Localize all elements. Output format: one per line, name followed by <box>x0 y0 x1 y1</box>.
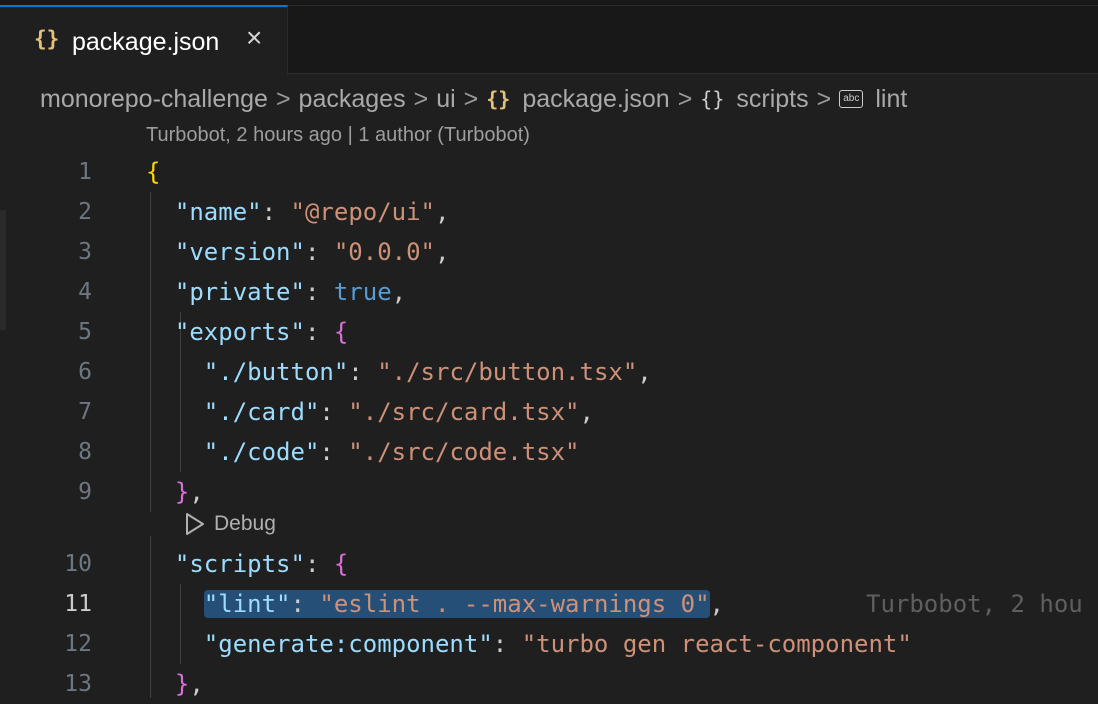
code-line: 13 }, <box>0 664 1098 704</box>
chevron-right-icon: > <box>413 84 429 113</box>
line-content: "exports": { <box>174 318 349 346</box>
line-number: 11 <box>64 591 92 617</box>
line-number: 7 <box>78 399 92 425</box>
play-icon <box>186 513 204 535</box>
line-number: 2 <box>78 199 92 225</box>
git-blame-codelens[interactable]: Turbobot, 2 hours ago | 1 author (Turbob… <box>146 124 530 147</box>
json-key: "exports" <box>174 318 305 346</box>
json-string: "eslint . --max-warnings 0" <box>319 590 710 618</box>
object-symbol-icon: {} <box>700 87 725 111</box>
code-line: 2 "name": "@repo/ui", <box>0 192 1098 232</box>
json-key: "./button" <box>203 358 349 386</box>
code-line: 10 "scripts": { <box>0 544 1098 584</box>
json-key: "version" <box>174 238 305 266</box>
code-editor[interactable]: Turbobot, 2 hours ago | 1 author (Turbob… <box>0 120 1098 698</box>
text-selection: "lint": "eslint . --max-warnings 0" <box>203 590 710 618</box>
line-content: "name": "@repo/ui", <box>174 198 450 226</box>
json-string: "./src/card.tsx" <box>348 398 580 426</box>
line-number: 9 <box>78 479 92 505</box>
chevron-right-icon: > <box>816 84 832 113</box>
line-content: "./code": "./src/code.tsx" <box>203 438 580 466</box>
line-content: "version": "0.0.0", <box>174 238 450 266</box>
line-number: 13 <box>64 671 92 697</box>
string-symbol-icon: abc <box>839 90 864 108</box>
code-line-active: 11 "lint": "eslint . --max-warnings 0", … <box>0 584 1098 624</box>
line-content: }, <box>174 670 204 698</box>
line-number: 10 <box>64 551 92 577</box>
breadcrumb-item-ui[interactable]: ui <box>436 85 455 114</box>
json-key: "private" <box>174 278 305 306</box>
debug-codelens[interactable]: Debug <box>184 512 276 536</box>
tab-label: package.json <box>72 28 220 56</box>
line-content: { <box>146 158 161 186</box>
json-string: "./src/code.tsx" <box>348 438 580 466</box>
json-key: "lint" <box>203 590 291 618</box>
line-content: "scripts": { <box>174 550 349 578</box>
breadcrumb-item-package-json[interactable]: package.json <box>522 85 669 114</box>
line-content: "generate:component": "turbo gen react-c… <box>203 630 912 658</box>
line-content: "private": true, <box>174 278 407 306</box>
tab-bar-bottom-border <box>288 73 1098 74</box>
breadcrumb: monorepo-challenge > packages > ui > {} … <box>40 84 907 114</box>
breadcrumb-item-packages[interactable]: packages <box>299 85 406 114</box>
json-boolean: true <box>333 278 392 306</box>
line-content: "./card": "./src/card.tsx", <box>203 398 594 426</box>
line-number: 1 <box>78 159 92 185</box>
json-string: "@repo/ui" <box>290 198 436 226</box>
json-file-icon: {} <box>34 27 60 51</box>
debug-label: Debug <box>214 512 276 535</box>
code-line: 8 "./code": "./src/code.tsx" <box>0 432 1098 472</box>
json-key: "scripts" <box>174 550 305 578</box>
tab-bar: {} package.json × <box>0 0 1098 75</box>
json-key: "./card" <box>203 398 320 426</box>
line-content: "./button": "./src/button.tsx", <box>203 358 652 386</box>
code-line: 4 "private": true, <box>0 272 1098 312</box>
line-number: 5 <box>78 319 92 345</box>
json-string: "turbo gen react-component" <box>521 630 912 658</box>
code-line: 12 "generate:component": "turbo gen reac… <box>0 624 1098 664</box>
line-number: 3 <box>78 239 92 265</box>
line-number: 4 <box>78 279 92 305</box>
line-number: 6 <box>78 359 92 385</box>
inline-git-blame: Turbobot, 2 hou <box>866 590 1083 618</box>
breadcrumb-item-monorepo[interactable]: monorepo-challenge <box>40 85 268 114</box>
code-line: 1 { <box>0 152 1098 192</box>
chevron-right-icon: > <box>275 84 291 113</box>
json-string: "0.0.0" <box>333 238 436 266</box>
json-file-icon: {} <box>486 87 511 111</box>
code-line: 6 "./button": "./src/button.tsx", <box>0 352 1098 392</box>
code-line: 9 }, <box>0 472 1098 512</box>
json-key: "name" <box>174 198 262 226</box>
code-line: 3 "version": "0.0.0", <box>0 232 1098 272</box>
chevron-right-icon: > <box>463 84 479 113</box>
breadcrumb-item-lint[interactable]: lint <box>875 85 907 114</box>
code-line: 5 "exports": { <box>0 312 1098 352</box>
line-number: 12 <box>64 631 92 657</box>
tab-package-json[interactable]: {} package.json × <box>0 5 288 75</box>
line-content: "lint": "eslint . --max-warnings 0", <box>203 590 724 618</box>
line-number: 8 <box>78 439 92 465</box>
chevron-right-icon: > <box>677 84 693 113</box>
line-content: }, <box>174 478 204 506</box>
code-line: 7 "./card": "./src/card.tsx", <box>0 392 1098 432</box>
json-key: "generate:component" <box>203 630 493 658</box>
json-string: "./src/button.tsx" <box>377 358 638 386</box>
json-key: "./code" <box>203 438 320 466</box>
breadcrumb-item-scripts[interactable]: scripts <box>736 85 808 114</box>
close-icon[interactable]: × <box>246 23 262 53</box>
